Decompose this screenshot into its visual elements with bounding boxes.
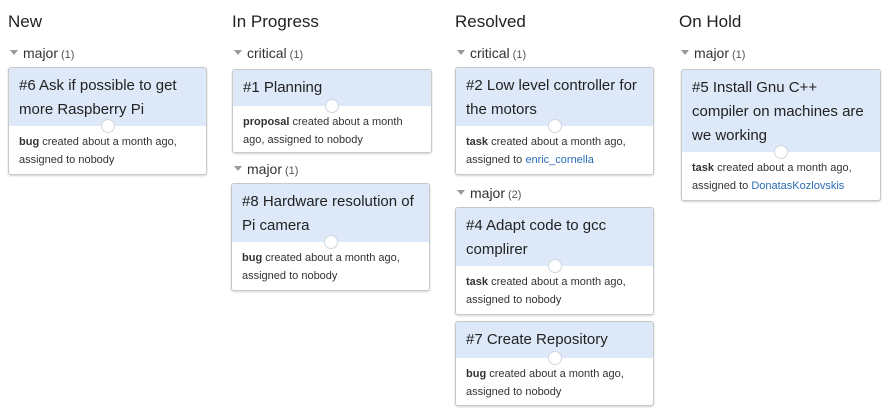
group-header-critical[interactable]: critical (1)	[457, 45, 526, 61]
created-text: created about a month ago,	[491, 276, 626, 288]
issue-card-8[interactable]: #8 Hardware resolution of Pi camera bug …	[231, 183, 430, 291]
group-label: major	[247, 161, 283, 177]
created-text: created about a month ago,	[489, 368, 624, 380]
issue-card-7[interactable]: #7 Create Repository bug created about a…	[455, 321, 654, 406]
card-header[interactable]: #2 Low level controller for the motors	[456, 68, 653, 133]
group-label: major	[470, 185, 506, 201]
group-label: major	[694, 45, 730, 61]
group-count: (1)	[512, 49, 527, 61]
card-handle-dot	[100, 119, 115, 133]
issue-card-4[interactable]: #4 Adapt code to gcc complirer task crea…	[455, 207, 654, 315]
assigned-prefix: assigned to	[466, 154, 523, 166]
assignee: nobody	[525, 294, 562, 306]
card-header[interactable]: #4 Adapt code to gcc complirer	[456, 208, 653, 273]
assignee: nobody	[326, 134, 363, 146]
assignee: nobody	[78, 154, 115, 166]
card-title[interactable]: #7 Create Repository	[466, 331, 608, 348]
card-title[interactable]: #8 Hardware resolution of Pi camera	[242, 193, 414, 234]
issue-type: bug	[466, 368, 487, 380]
card-title[interactable]: #4 Adapt code to gcc complirer	[466, 217, 606, 258]
issue-type: task	[466, 136, 489, 148]
created-text: created about a month ago,	[717, 162, 852, 174]
assignee: nobody	[301, 270, 338, 282]
group-header-critical[interactable]: critical (1)	[234, 45, 303, 61]
card-title[interactable]: #1 Planning	[243, 79, 322, 96]
group-count: (1)	[61, 49, 75, 61]
issue-card-2[interactable]: #2 Low level controller for the motors t…	[455, 67, 654, 175]
group-count: (1)	[285, 165, 299, 177]
collapse-caret-icon[interactable]	[457, 189, 465, 195]
group-label: critical	[247, 45, 287, 61]
card-title[interactable]: #6 Ask if possible to get more Raspberry…	[19, 77, 177, 118]
card-header[interactable]: #6 Ask if possible to get more Raspberry…	[9, 68, 206, 133]
issue-type: bug	[242, 252, 263, 264]
issue-card-1[interactable]: #1 Planning proposal created about a mon…	[232, 69, 432, 153]
collapse-caret-icon[interactable]	[681, 49, 689, 55]
card-handle-dot	[774, 145, 788, 159]
created-text: created about a month ago,	[491, 136, 626, 148]
card-header[interactable]: #1 Planning	[233, 70, 431, 113]
card-title[interactable]: #5 Install Gnu C++ compiler on machines …	[692, 79, 864, 144]
collapse-caret-icon[interactable]	[10, 49, 18, 55]
created-text: created about a month ago,	[42, 136, 177, 148]
group-header-major[interactable]: major (1)	[234, 161, 298, 177]
group-header-major[interactable]: major (1)	[10, 45, 74, 61]
column-title: New	[8, 12, 43, 31]
assigned-prefix: assigned to	[466, 386, 523, 398]
collapse-caret-icon[interactable]	[234, 49, 242, 55]
card-handle-dot	[547, 119, 562, 133]
assigned-prefix: assigned to	[692, 180, 749, 192]
group-header-major[interactable]: major (1)	[681, 45, 745, 61]
group-label: major	[23, 45, 59, 61]
card-header[interactable]: #7 Create Repository	[456, 322, 653, 365]
assigned-prefix: assigned to	[466, 294, 523, 306]
group-label: critical	[470, 45, 510, 61]
card-header[interactable]: #5 Install Gnu C++ compiler on machines …	[682, 70, 880, 159]
assigned-prefix: assigned to	[267, 134, 324, 146]
assigned-prefix: assigned to	[19, 154, 76, 166]
column-title: In Progress	[232, 12, 319, 31]
collapse-caret-icon[interactable]	[234, 165, 242, 171]
collapse-caret-icon[interactable]	[457, 49, 465, 55]
assigned-prefix: assigned to	[242, 270, 299, 282]
issue-type: proposal	[243, 116, 290, 128]
card-handle-dot	[323, 235, 338, 249]
group-header-major[interactable]: major (2)	[457, 185, 521, 201]
group-count: (1)	[289, 49, 304, 61]
assignee-link[interactable]: DonatasKozlovskis	[751, 180, 844, 192]
card-header[interactable]: #8 Hardware resolution of Pi camera	[232, 184, 429, 249]
issue-card-6[interactable]: #6 Ask if possible to get more Raspberry…	[8, 67, 207, 175]
issue-type: task	[692, 162, 715, 174]
card-handle-dot	[547, 351, 562, 365]
group-count: (1)	[732, 49, 746, 61]
assignee: nobody	[525, 386, 562, 398]
issue-type: bug	[19, 136, 40, 148]
card-title[interactable]: #2 Low level controller for the motors	[466, 77, 637, 118]
assignee-link[interactable]: enric_cornella	[525, 154, 593, 166]
card-handle-dot	[325, 99, 339, 113]
issue-type: task	[466, 276, 489, 288]
created-text: created about a month ago,	[265, 252, 400, 264]
issue-card-5[interactable]: #5 Install Gnu C++ compiler on machines …	[681, 69, 881, 201]
card-handle-dot	[547, 259, 562, 273]
column-title: On Hold	[679, 12, 742, 31]
group-count: (2)	[508, 189, 522, 201]
column-title: Resolved	[455, 12, 526, 31]
